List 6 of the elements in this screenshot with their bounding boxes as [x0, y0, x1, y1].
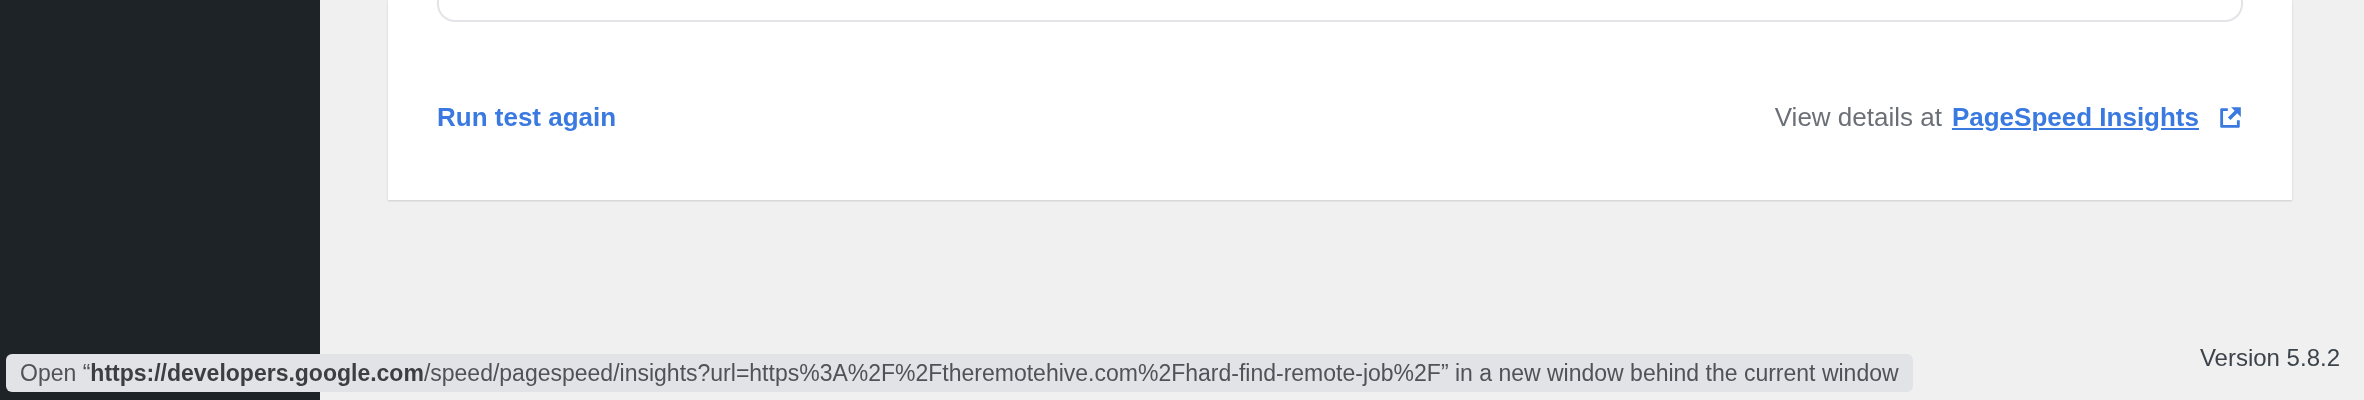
external-link-icon[interactable]	[2217, 104, 2243, 131]
run-test-link[interactable]: Run test again	[437, 102, 617, 133]
version-text: Version 5.8.2	[2199, 344, 2340, 372]
details-label: View details at	[1774, 102, 1942, 133]
link-status-tooltip: Open “https://developers.google.com/speed/pagespeed/insights?url=https%3A%2F%2Ftheremotehive.com%2Fhard-find-remote-job%2F” in a new window behind the current window	[6, 354, 1913, 392]
pagespeed-link[interactable]: PageSpeed Insights	[1951, 102, 2199, 133]
